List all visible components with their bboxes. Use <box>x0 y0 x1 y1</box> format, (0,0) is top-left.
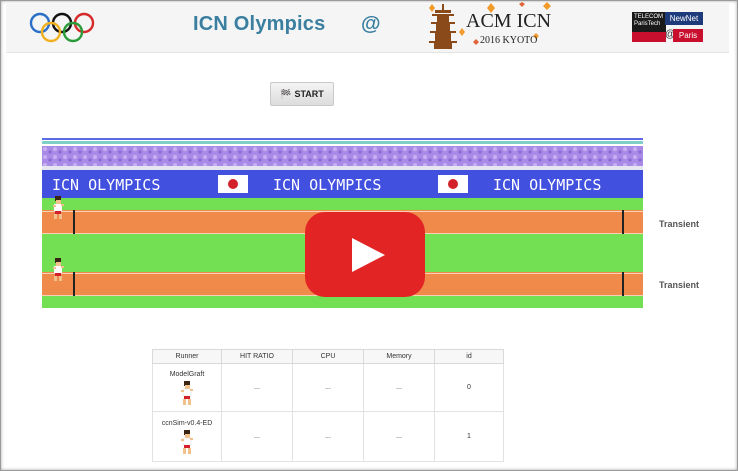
stand-stripe <box>42 141 643 144</box>
id-cell: 1 <box>434 411 504 462</box>
header-memory: Memory <box>363 349 435 364</box>
runner-avatar-icon <box>181 381 193 405</box>
id-cell: 0 <box>434 363 504 412</box>
paris-badge: Paris <box>673 29 703 42</box>
table-row: ModelGraft ... ... ... 0 <box>152 363 504 412</box>
start-button[interactable]: 🏁 START <box>270 82 334 106</box>
memory-cell: ... <box>363 411 435 462</box>
title-at-sign: @ <box>361 13 381 35</box>
telecom-paristech-logo: TELECOM ParisTech <box>632 12 666 42</box>
cpu-cell: ... <box>292 411 364 462</box>
table-row: ccnSim-v0.4-ED ... ... ... 1 <box>152 411 504 462</box>
runner-name: ModelGraft <box>169 371 205 378</box>
header-hit-ratio: HIT RATIO <box>221 349 293 364</box>
start-button-label: START <box>294 89 324 99</box>
telecom-line2: ParisTech <box>634 21 661 27</box>
conference-subtitle: 2016 KYOTO <box>480 35 538 46</box>
stand-top-stripe <box>42 138 643 140</box>
start-line-2 <box>73 272 75 296</box>
banner-text-1: ICN OLYMPICS <box>52 176 160 194</box>
olympic-rings-logo <box>29 12 95 43</box>
lane-2-label: Transient <box>659 280 700 290</box>
runner-cell: ccnSim-v0.4-ED <box>152 411 222 462</box>
finish-line-2 <box>622 272 624 296</box>
spectator-stands <box>42 146 643 166</box>
lane-1-label: Transient <box>659 219 700 229</box>
japan-flag-1 <box>218 175 248 193</box>
hit-ratio-cell: ... <box>221 411 293 462</box>
header-runner: Runner <box>152 349 222 364</box>
telecom-line1: TELECOM <box>634 14 664 20</box>
newnet-badge: NewNet <box>665 12 703 25</box>
banner-text-3: ICN OLYMPICS <box>493 176 601 194</box>
start-line-1 <box>73 210 75 234</box>
banner-text-2: ICN OLYMPICS <box>273 176 381 194</box>
youtube-play-button[interactable] <box>305 212 425 297</box>
checkered-flag-icon: 🏁 <box>280 88 292 99</box>
header-cpu: CPU <box>292 349 364 364</box>
runner-avatar-icon <box>181 430 193 454</box>
runner-name: ccnSim-v0.4-ED <box>161 420 213 427</box>
japan-flag-2 <box>438 175 468 193</box>
grass-top <box>42 198 643 210</box>
grass-bottom <box>42 296 643 308</box>
table-header-row: Runner HIT RATIO CPU Memory id <box>152 349 504 364</box>
page-title: ICN Olympics <box>193 13 326 35</box>
conference-name: ACM ICN <box>466 10 552 32</box>
runner-cell: ModelGraft <box>152 363 222 412</box>
telecom-red-bar <box>632 32 666 42</box>
finish-line-1 <box>622 210 624 234</box>
hit-ratio-cell: ... <box>221 363 293 412</box>
cpu-cell: ... <box>292 363 364 412</box>
memory-cell: ... <box>363 363 435 412</box>
stand-rail <box>42 166 643 170</box>
results-table: Runner HIT RATIO CPU Memory id ModelGraf… <box>152 349 504 462</box>
header-id: id <box>434 349 504 364</box>
